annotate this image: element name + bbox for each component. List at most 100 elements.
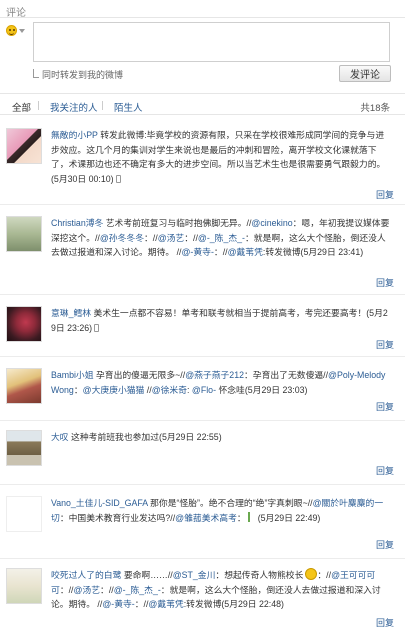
mention[interactable]: @孙冬冬冬 bbox=[100, 233, 144, 243]
comment-body: // bbox=[144, 384, 152, 395]
tab-following[interactable]: 我关注的人 bbox=[50, 100, 98, 114]
comment-body: ：孕育出了无数傻逼// bbox=[243, 370, 329, 380]
forward-checkbox[interactable] bbox=[33, 69, 39, 78]
forward-label: 同时转发到我的微博 bbox=[42, 70, 124, 80]
mobile-icon bbox=[94, 323, 100, 332]
comment-body: ：// bbox=[184, 232, 198, 243]
mention[interactable]: @大庚庚小猫猫 bbox=[83, 385, 145, 395]
mention[interactable]: @ST_金川 bbox=[173, 570, 216, 580]
reply-link[interactable]: 回复 bbox=[376, 538, 394, 551]
comment-body: ：// bbox=[144, 232, 158, 243]
comment-body: 美术生一点都不容易！单考和联考就相当于提前高考，考完还要高考！ bbox=[91, 308, 367, 318]
comment-text: 意琳_鳕林 美术生一点都不容易！单考和联考就相当于提前高考，考完还要高考！(5月… bbox=[51, 306, 391, 335]
comment-username[interactable]: 咬死过人了的白鹭 bbox=[51, 570, 121, 580]
comment-text: 無敵的小PP 转发此微博:毕竟学校的资源有限，只采在学校很难形成同学间的竞争与进… bbox=[51, 128, 391, 186]
reply-link[interactable]: 回复 bbox=[376, 338, 394, 351]
header-divider bbox=[0, 17, 405, 18]
comment-body: 转发此微博:毕竟学校的资源有限，只采在学校很难形成同学间的竞争与进步效应。这几个… bbox=[51, 130, 386, 169]
comment-body: 孕育出的傻逼无限多~// bbox=[93, 370, 186, 380]
item-divider bbox=[0, 558, 405, 559]
mention[interactable]: @燕子燕子212 bbox=[185, 370, 244, 380]
comment-body: ：中国美术教育行业发达吗?// bbox=[59, 512, 176, 523]
tab-all[interactable]: 全部 bbox=[12, 100, 31, 114]
comment-body: 这种考前班我也参加过 bbox=[68, 432, 160, 442]
comment-input[interactable] bbox=[33, 22, 390, 62]
avatar[interactable] bbox=[6, 368, 42, 404]
item-divider bbox=[0, 420, 405, 421]
tab-strangers[interactable]: 陌生人 bbox=[114, 100, 143, 114]
comment-body: 那你是“怪胎”。绝不合理的“绝”字真刺眼~// bbox=[147, 498, 313, 508]
chevron-down-icon bbox=[19, 29, 25, 33]
comment-body: ：// bbox=[317, 570, 332, 580]
avatar[interactable] bbox=[6, 216, 42, 252]
mention[interactable]: @汤艺 bbox=[74, 585, 101, 595]
avatar[interactable] bbox=[6, 306, 42, 342]
comment-username[interactable]: Bambi小姐 bbox=[51, 370, 94, 380]
comment-username[interactable]: Christian溥冬 bbox=[51, 218, 103, 228]
comment-body: 怀念哇 bbox=[216, 384, 245, 395]
comment-body: :转发微博 bbox=[262, 247, 301, 257]
comment-body: :转发微博 bbox=[183, 599, 222, 609]
comment-time: (5月30日 00:10) bbox=[51, 173, 114, 184]
comment-count: 共18条 bbox=[360, 103, 390, 114]
reply-link[interactable]: 回复 bbox=[376, 616, 394, 629]
comment-item: Christian溥冬 艺术考前班复习与临时抱佛脚无异。//@cinekino ：… bbox=[0, 204, 405, 292]
mention[interactable]: @-黄寺- bbox=[102, 599, 134, 609]
comment-time: (5月29日 22:49) bbox=[257, 512, 321, 523]
comment-body: ：想起传奇人物熊校长 bbox=[215, 570, 304, 580]
mention[interactable]: @Flo- bbox=[192, 385, 216, 395]
mention[interactable]: @戴苇凭 bbox=[228, 247, 263, 257]
comment-username[interactable]: 意琳_鳕林 bbox=[51, 308, 91, 318]
item-divider bbox=[0, 204, 405, 205]
comment-username[interactable]: 大叹 bbox=[51, 432, 69, 442]
plant-emoticon-icon bbox=[247, 511, 256, 522]
comment-body: ： bbox=[73, 384, 83, 395]
avatar[interactable] bbox=[6, 568, 42, 604]
comment-text: 咬死过人了的白鹭 要命啊……//@ST_金川：想起传奇人物熊校长 ：//@王可可可… bbox=[51, 568, 391, 612]
item-divider bbox=[0, 294, 405, 295]
item-divider bbox=[0, 356, 405, 357]
comment-time: (5月29日 23:41) bbox=[300, 247, 364, 257]
item-divider bbox=[0, 484, 405, 485]
comment-body: 艺术考前班复习与临时抱佛脚无异。// bbox=[103, 218, 252, 228]
comment-body: 要命啊……// bbox=[121, 570, 173, 580]
mobile-icon bbox=[115, 174, 121, 183]
comment-item: 意琳_鳕林 美术生一点都不容易！单考和联考就相当于提前高考，考完还要高考！(5月… bbox=[0, 294, 405, 354]
mention[interactable]: @徐米奇 bbox=[152, 385, 187, 395]
mention[interactable]: @汤艺 bbox=[158, 233, 185, 243]
divider bbox=[102, 101, 103, 110]
comment-text: Vano_土佳儿-SID_GAFA 那你是“怪胎”。绝不合理的“绝”字真刺眼~/… bbox=[51, 496, 391, 525]
divider bbox=[38, 101, 39, 110]
comment-body: ：// bbox=[134, 599, 149, 609]
mention[interactable]: @戴苇凭 bbox=[148, 599, 183, 609]
comment-time: (5月29日 22:48) bbox=[221, 599, 284, 609]
reply-link[interactable]: 回复 bbox=[376, 400, 394, 413]
avatar[interactable] bbox=[6, 430, 42, 466]
comment-body: ：// bbox=[100, 584, 114, 595]
filter-bar: 全部 我关注的人 陌生人 共18条 bbox=[0, 93, 405, 115]
mention[interactable]: @雏菰美术高考 bbox=[175, 513, 237, 523]
comment-username[interactable]: Vano_土佳儿-SID_GAFA bbox=[51, 498, 148, 508]
mention[interactable]: @cinekino bbox=[251, 218, 292, 228]
comment-item: Vano_土佳儿-SID_GAFA 那你是“怪胎”。绝不合理的“绝”字真刺眼~/… bbox=[0, 484, 405, 556]
mention[interactable]: @-_陈_杰_- bbox=[114, 585, 161, 595]
reply-link[interactable]: 回复 bbox=[376, 276, 394, 289]
avatar[interactable] bbox=[6, 128, 42, 164]
reply-link[interactable]: 回复 bbox=[376, 464, 394, 477]
comment-time: (5月29日 23:03) bbox=[244, 384, 308, 395]
comment-item: 無敵的小PP 转发此微博:毕竟学校的资源有限，只采在学校很难形成同学间的竞争与进… bbox=[0, 116, 405, 202]
submit-comment-button[interactable]: 发评论 bbox=[339, 65, 391, 82]
comment-item: Bambi小姐 孕育出的傻逼无限多~//@燕子燕子212：孕育出了无数傻逼// @… bbox=[0, 356, 405, 418]
comment-username[interactable]: 無敵的小PP bbox=[51, 130, 98, 140]
mention[interactable]: @-黄寺- bbox=[182, 247, 214, 257]
comment-item: 大叹 这种考前班我也参加过(5月29日 22:55) 回复 bbox=[0, 420, 405, 482]
comment-body: ： bbox=[236, 512, 246, 523]
mention[interactable]: @-_陈_杰_- bbox=[198, 233, 245, 243]
comment-time: (5月29日 22:55) bbox=[159, 432, 222, 442]
laughing-emoticon-icon bbox=[305, 568, 318, 580]
comment-body: ：// bbox=[213, 247, 228, 257]
emoji-picker-button[interactable] bbox=[6, 25, 26, 37]
comment-text: 大叹 这种考前班我也参加过(5月29日 22:55) bbox=[51, 430, 391, 445]
avatar[interactable] bbox=[6, 496, 42, 532]
reply-link[interactable]: 回复 bbox=[376, 188, 394, 201]
